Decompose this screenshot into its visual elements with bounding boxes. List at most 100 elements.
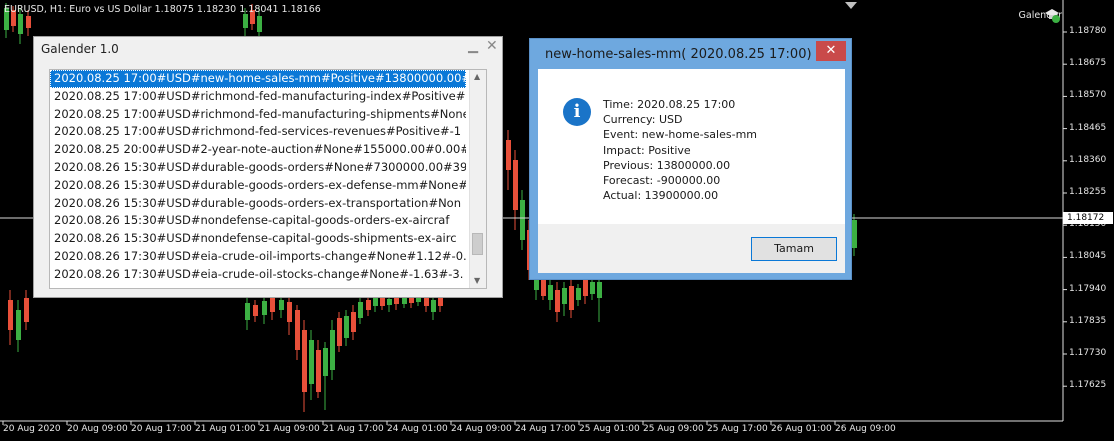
candle-body: [253, 305, 258, 316]
candle-body: [309, 340, 314, 384]
galender-window: Galender 1.0 ▁ ✕ 2020.08.25 17:00#USD#ne…: [33, 36, 503, 298]
candle-body: [541, 280, 546, 296]
message-detail-line: Currency: USD: [603, 113, 683, 127]
candle-body: [18, 14, 23, 34]
candle-body: [316, 350, 321, 392]
time-tick-label: 26 Aug 01:00: [771, 424, 832, 434]
price-tick-label: 1.17625: [1069, 380, 1107, 391]
price-ticks-group: [1063, 31, 1067, 387]
time-tick-label: 20 Aug 09:00: [67, 424, 128, 434]
time-tick-label: 21 Aug 17:00: [323, 424, 384, 434]
message-box-close-icon[interactable]: ✕: [816, 41, 846, 61]
price-tick-label: 1.17835: [1069, 315, 1107, 326]
candle-body: [520, 200, 525, 240]
time-tick-label: 26 Aug 09:00: [835, 424, 896, 434]
candle-body: [438, 298, 443, 306]
time-tick-label: 25 Aug 09:00: [643, 424, 704, 434]
candle-body: [373, 298, 378, 306]
info-icon: i: [563, 98, 591, 126]
candle-body: [279, 300, 284, 310]
candle-body: [323, 348, 328, 376]
candle-body: [402, 298, 407, 304]
candle-body: [852, 220, 857, 248]
event-list-scrollbar[interactable]: ▲ ▼: [469, 70, 486, 288]
candle-body: [351, 312, 356, 332]
event-list-item[interactable]: 2020.08.25 17:00#USD#richmond-fed-servic…: [50, 123, 466, 141]
time-tick-label: 24 Aug 17:00: [515, 424, 576, 434]
time-tick-label: 24 Aug 01:00: [387, 424, 448, 434]
event-list-item[interactable]: 2020.08.26 15:30#USD#durable-goods-order…: [50, 177, 466, 195]
candle-body: [555, 290, 560, 312]
price-tick-label: 1.18675: [1069, 58, 1107, 69]
event-list-item[interactable]: 2020.08.25 17:00#USD#new-home-sales-mm#P…: [50, 70, 466, 88]
candle-body: [387, 299, 392, 305]
candle-body: [16, 310, 21, 340]
scroll-down-icon[interactable]: ▼: [474, 276, 480, 285]
price-tick-label: 1.17730: [1069, 348, 1107, 358]
event-list[interactable]: 2020.08.25 17:00#USD#new-home-sales-mm#P…: [49, 69, 487, 289]
candle-body: [513, 160, 518, 210]
price-tick-label: 1.18465: [1069, 122, 1107, 133]
event-list-item[interactable]: 2020.08.26 15:30#USD#durable-goods-order…: [50, 195, 466, 213]
candle-body: [366, 300, 371, 310]
time-tick-label: 21 Aug 01:00: [195, 424, 256, 434]
price-tick-label: 1.18570: [1069, 90, 1107, 101]
time-tick-label: 20 Aug 2020: [3, 424, 61, 434]
message-box-title: new-home-sales-mm( 2020.08.25 17:00): [545, 47, 812, 62]
galender-window-title: Galender 1.0: [41, 42, 119, 56]
candle-body: [562, 288, 567, 304]
event-list-item[interactable]: 2020.08.26 15:30#USD#nondefense-capital-…: [50, 230, 466, 248]
price-tick-label: 1.18780: [1069, 26, 1107, 36]
message-detail-line: Previous: 13800000.00: [603, 158, 731, 172]
price-tick-label: 1.17940: [1069, 283, 1107, 294]
event-list-item[interactable]: 2020.08.26 15:30#USD#durable-goods-order…: [50, 159, 466, 177]
candle-body: [424, 298, 429, 306]
candle-body: [262, 301, 267, 315]
price-tick-label: 1.18045: [1069, 251, 1107, 262]
scrollbar-thumb[interactable]: [472, 233, 483, 255]
message-box-details: Time: 2020.08.25 17:00 Currency: USD Event…: [603, 97, 757, 203]
candle-body: [548, 285, 553, 300]
candle-body: [302, 330, 307, 392]
candle-body: [416, 298, 421, 302]
candle-body: [358, 302, 363, 318]
event-list-item[interactable]: 2020.08.25 17:00#USD#richmond-fed-manufa…: [50, 88, 466, 106]
event-list-item[interactable]: 2020.08.25 20:00#USD#2-year-note-auction…: [50, 141, 466, 159]
candle-body: [26, 16, 31, 28]
expert-hat-icon[interactable]: [1043, 6, 1061, 24]
candle-body: [8, 300, 13, 330]
minimize-icon[interactable]: ▁: [468, 39, 478, 54]
current-price-label: 1.18172: [1063, 212, 1113, 224]
time-tick-label: 24 Aug 09:00: [451, 424, 512, 434]
candle-body: [576, 288, 581, 300]
message-detail-line: Event: new-home-sales-mm: [603, 128, 757, 142]
event-list-item[interactable]: 2020.08.25 17:00#USD#richmond-fed-manufa…: [50, 106, 466, 124]
chart-scroll-marker-icon[interactable]: [845, 2, 857, 9]
message-detail-line: Time: 2020.08.25 17:00: [603, 98, 736, 111]
event-list-item[interactable]: 2020.08.26 15:30#USD#nondefense-capital-…: [50, 212, 466, 230]
candle-body: [245, 303, 250, 320]
time-tick-label: 20 Aug 17:00: [131, 424, 192, 434]
candle-body: [569, 286, 574, 310]
message-box-footer: Tamam: [538, 224, 845, 273]
candle-body: [583, 280, 588, 296]
time-tick-label: 21 Aug 09:00: [259, 424, 320, 434]
candle-body: [506, 140, 511, 170]
ok-button[interactable]: Tamam: [751, 237, 837, 261]
candle-body: [394, 298, 399, 304]
time-tick-label: 25 Aug 01:00: [579, 424, 640, 434]
event-list-item[interactable]: 2020.08.26 17:30#USD#eia-crude-oil-impor…: [50, 248, 466, 266]
time-tick-label: 25 Aug 17:00: [707, 424, 768, 434]
scroll-up-icon[interactable]: ▲: [474, 72, 480, 81]
close-icon[interactable]: ✕: [486, 38, 498, 54]
candle-body: [270, 298, 275, 312]
candle-body: [590, 282, 595, 294]
event-list-item[interactable]: 2020.08.26 17:30#USD#eia-crude-oil-stock…: [50, 266, 466, 284]
event-message-box: new-home-sales-mm( 2020.08.25 17:00) ✕ i…: [529, 38, 852, 280]
candle-body: [257, 16, 262, 32]
candle-body: [380, 298, 385, 306]
candle-body: [243, 14, 248, 28]
candle-body: [330, 330, 335, 370]
message-detail-line: Actual: 13900000.00: [603, 189, 719, 203]
message-box-body: i Time: 2020.08.25 17:00 Currency: USD Eve…: [538, 69, 845, 224]
